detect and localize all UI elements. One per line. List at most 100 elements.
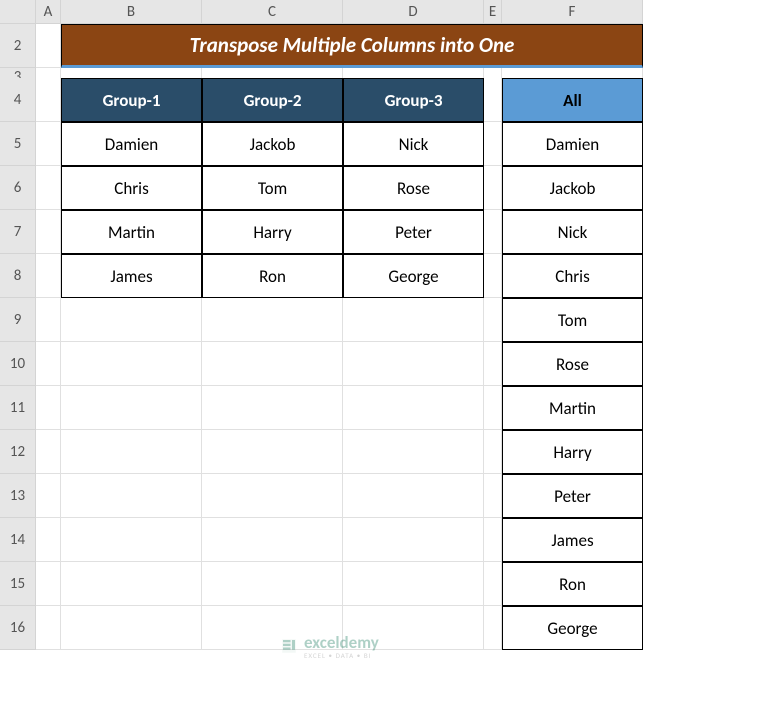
cell-B11[interactable] xyxy=(61,386,202,430)
cell-C12[interactable] xyxy=(202,430,343,474)
cell-B14[interactable] xyxy=(61,518,202,562)
cell-C7[interactable]: Harry xyxy=(202,210,343,254)
cell-E12[interactable] xyxy=(484,430,502,474)
cell-F15[interactable]: Ron xyxy=(502,562,643,606)
row-header-2[interactable]: 2 xyxy=(0,24,36,68)
cell-B13[interactable] xyxy=(61,474,202,518)
cell-E6[interactable] xyxy=(484,166,502,210)
header-group1[interactable]: Group-1 xyxy=(61,78,202,122)
cell-A8[interactable] xyxy=(36,254,61,298)
row-header-11[interactable]: 11 xyxy=(0,386,36,430)
cell-B10[interactable] xyxy=(61,342,202,386)
cell-C11[interactable] xyxy=(202,386,343,430)
cell-E15[interactable] xyxy=(484,562,502,606)
cell-A2[interactable] xyxy=(36,24,61,68)
cell-D10[interactable] xyxy=(343,342,484,386)
cell-E5[interactable] xyxy=(484,122,502,166)
cell-B7[interactable]: Martin xyxy=(61,210,202,254)
cell-F9[interactable]: Tom xyxy=(502,298,643,342)
cell-E8[interactable] xyxy=(484,254,502,298)
col-header-A[interactable]: A xyxy=(36,0,61,24)
cell-E10[interactable] xyxy=(484,342,502,386)
cell-A14[interactable] xyxy=(36,518,61,562)
cell-C6[interactable]: Tom xyxy=(202,166,343,210)
col-header-B[interactable]: B xyxy=(61,0,202,24)
title-cell[interactable]: Transpose Multiple Columns into One xyxy=(61,24,643,68)
cell-D15[interactable] xyxy=(343,562,484,606)
cell-E4[interactable] xyxy=(484,78,502,122)
cell-D11[interactable] xyxy=(343,386,484,430)
cell-B12[interactable] xyxy=(61,430,202,474)
row-header-7[interactable]: 7 xyxy=(0,210,36,254)
cell-E14[interactable] xyxy=(484,518,502,562)
col-header-C[interactable]: C xyxy=(202,0,343,24)
cell-B6[interactable]: Chris xyxy=(61,166,202,210)
header-group3[interactable]: Group-3 xyxy=(343,78,484,122)
cell-E11[interactable] xyxy=(484,386,502,430)
spreadsheet: A B C D E F 2 Transpose Multiple Columns… xyxy=(0,0,767,650)
cell-F16[interactable]: George xyxy=(502,606,643,650)
cell-A4[interactable] xyxy=(36,78,61,122)
row-header-4[interactable]: 4 xyxy=(0,78,36,122)
col-header-F[interactable]: F xyxy=(502,0,643,24)
cell-C13[interactable] xyxy=(202,474,343,518)
cell-B15[interactable] xyxy=(61,562,202,606)
cell-A9[interactable] xyxy=(36,298,61,342)
row-header-6[interactable]: 6 xyxy=(0,166,36,210)
cell-C5[interactable]: Jackob xyxy=(202,122,343,166)
cell-B16[interactable] xyxy=(61,606,202,650)
cell-D9[interactable] xyxy=(343,298,484,342)
cell-A6[interactable] xyxy=(36,166,61,210)
cell-B8[interactable]: James xyxy=(61,254,202,298)
select-all-corner[interactable] xyxy=(0,0,36,24)
row-header-14[interactable]: 14 xyxy=(0,518,36,562)
cell-A12[interactable] xyxy=(36,430,61,474)
cell-F6[interactable]: Jackob xyxy=(502,166,643,210)
cell-C10[interactable] xyxy=(202,342,343,386)
cell-B9[interactable] xyxy=(61,298,202,342)
row-header-16[interactable]: 16 xyxy=(0,606,36,650)
row-header-5[interactable]: 5 xyxy=(0,122,36,166)
cell-A10[interactable] xyxy=(36,342,61,386)
cell-D12[interactable] xyxy=(343,430,484,474)
cell-D13[interactable] xyxy=(343,474,484,518)
cell-D8[interactable]: George xyxy=(343,254,484,298)
cell-C8[interactable]: Ron xyxy=(202,254,343,298)
cell-A7[interactable] xyxy=(36,210,61,254)
cell-D6[interactable]: Rose xyxy=(343,166,484,210)
header-all[interactable]: All xyxy=(502,78,643,122)
cell-E13[interactable] xyxy=(484,474,502,518)
row-header-12[interactable]: 12 xyxy=(0,430,36,474)
col-header-D[interactable]: D xyxy=(343,0,484,24)
cell-A11[interactable] xyxy=(36,386,61,430)
cell-D7[interactable]: Peter xyxy=(343,210,484,254)
cell-A13[interactable] xyxy=(36,474,61,518)
cell-F8[interactable]: Chris xyxy=(502,254,643,298)
cell-C9[interactable] xyxy=(202,298,343,342)
cell-D5[interactable]: Nick xyxy=(343,122,484,166)
cell-E16[interactable] xyxy=(484,606,502,650)
row-header-15[interactable]: 15 xyxy=(0,562,36,606)
cell-C14[interactable] xyxy=(202,518,343,562)
cell-D14[interactable] xyxy=(343,518,484,562)
row-header-9[interactable]: 9 xyxy=(0,298,36,342)
cell-F5[interactable]: Damien xyxy=(502,122,643,166)
cell-A5[interactable] xyxy=(36,122,61,166)
cell-F10[interactable]: Rose xyxy=(502,342,643,386)
cell-F13[interactable]: Peter xyxy=(502,474,643,518)
header-group2[interactable]: Group-2 xyxy=(202,78,343,122)
cell-A16[interactable] xyxy=(36,606,61,650)
row-header-10[interactable]: 10 xyxy=(0,342,36,386)
cell-F14[interactable]: James xyxy=(502,518,643,562)
cell-E7[interactable] xyxy=(484,210,502,254)
cell-A15[interactable] xyxy=(36,562,61,606)
cell-F7[interactable]: Nick xyxy=(502,210,643,254)
col-header-E[interactable]: E xyxy=(484,0,502,24)
row-header-8[interactable]: 8 xyxy=(0,254,36,298)
row-header-13[interactable]: 13 xyxy=(0,474,36,518)
cell-F11[interactable]: Martin xyxy=(502,386,643,430)
cell-F12[interactable]: Harry xyxy=(502,430,643,474)
cell-B5[interactable]: Damien xyxy=(61,122,202,166)
cell-C15[interactable] xyxy=(202,562,343,606)
cell-E9[interactable] xyxy=(484,298,502,342)
